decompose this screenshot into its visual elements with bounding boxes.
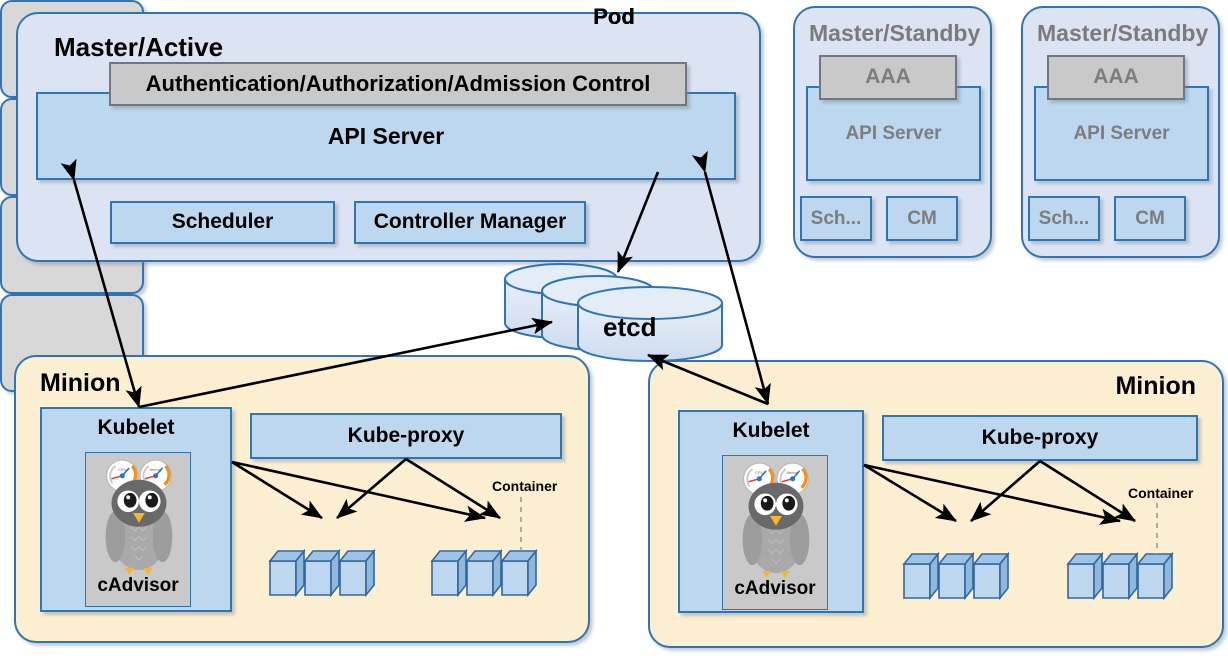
scheduler-box: Scheduler <box>110 201 335 244</box>
etcd-cylinder-back <box>504 263 618 339</box>
kubernetes-architecture-diagram: Master/Active API Server Authentication/… <box>0 0 1228 658</box>
master-standby-1-api-server-label: API Server <box>845 122 942 144</box>
scheduler-label: Scheduler <box>171 210 274 234</box>
minion-right-kubelet-label: Kubelet <box>732 419 810 442</box>
master-standby-1-cm-box: CM <box>886 196 958 241</box>
minion-left-cadvisor-panel: CPU Memory cAdvisor <box>85 452 191 607</box>
api-server-label: API Server <box>327 122 445 149</box>
controller-manager-label: Controller Manager <box>373 210 567 234</box>
minion-right-cadvisor-panel: CPU Memory cAdvisor <box>722 455 828 610</box>
svg-text:CPU: CPU <box>755 470 763 475</box>
minion-right-pod-2-label: Pod <box>593 4 635 29</box>
minion-right-title: Minion <box>1115 372 1196 400</box>
master-standby-2-scheduler-label: Sch... <box>1038 207 1090 229</box>
master-standby-2-aaa-label: AAA <box>1093 65 1139 89</box>
master-standby-1-aaa-box: AAA <box>819 55 957 100</box>
minion-right-container-label: Container <box>1128 485 1194 501</box>
minion-right-cadvisor-label: cAdvisor <box>734 578 816 599</box>
master-standby-2-api-server-box: API Server <box>1034 86 1209 181</box>
master-standby-2-aaa-box: AAA <box>1047 55 1185 100</box>
controller-manager-box: Controller Manager <box>354 201 586 244</box>
master-standby-2-cm-label: CM <box>1135 207 1165 229</box>
aaa-label: Authentication/Authorization/Admission C… <box>145 71 651 97</box>
minion-left-kube-proxy-box: Kube-proxy <box>250 413 562 459</box>
master-standby-2-api-server-label: API Server <box>1073 122 1170 144</box>
master-standby-2-cm-box: CM <box>1114 196 1186 241</box>
minion-right-kube-proxy-box: Kube-proxy <box>882 415 1198 461</box>
minion-right-kube-proxy-label: Kube-proxy <box>981 425 1099 449</box>
master-standby-1-cm-label: CM <box>907 207 937 229</box>
minion-left-cadvisor-label: cAdvisor <box>97 575 179 596</box>
svg-text:Memory: Memory <box>787 471 799 475</box>
master-standby-1-aaa-label: AAA <box>865 65 911 89</box>
svg-text:CPU: CPU <box>118 467 126 472</box>
aaa-box: Authentication/Authorization/Admission C… <box>109 62 687 106</box>
minion-left-container-label: Container <box>492 478 558 494</box>
master-standby-1-scheduler-box: Sch... <box>800 196 872 241</box>
minion-left-kubelet-label: Kubelet <box>97 416 175 439</box>
minion-left-kube-proxy-label: Kube-proxy <box>347 423 465 447</box>
cadvisor-owl-icon: CPU Memory <box>742 462 810 578</box>
master-standby-1-scheduler-label: Sch... <box>810 207 862 229</box>
master-standby-2-scheduler-box: Sch... <box>1028 196 1100 241</box>
minion-left-title: Minion <box>40 369 121 397</box>
svg-text:Memory: Memory <box>150 468 162 472</box>
cadvisor-owl-icon: CPU Memory <box>105 459 173 575</box>
etcd-label: etcd <box>603 312 657 342</box>
master-active-title: Master/Active <box>54 32 224 62</box>
master-standby-1-api-server-box: API Server <box>806 86 981 181</box>
